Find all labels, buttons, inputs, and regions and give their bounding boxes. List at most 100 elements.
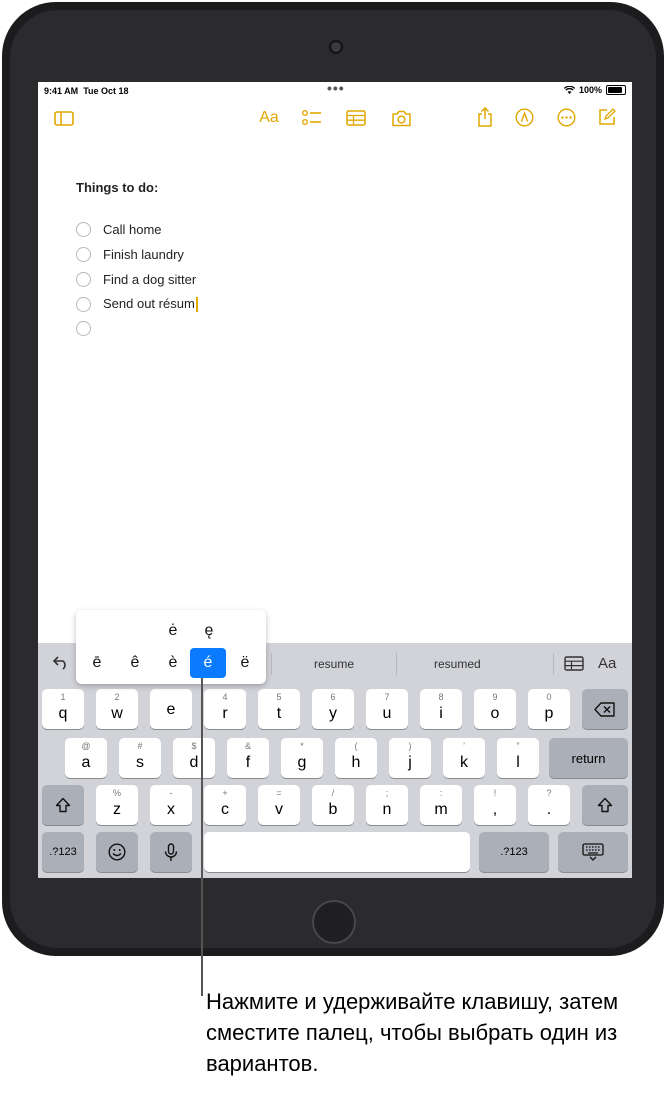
checkbox-circle-icon[interactable] (76, 247, 91, 262)
key-sub: @ (81, 741, 91, 751)
key-t[interactable]: 5t (258, 689, 300, 729)
key-y[interactable]: 6y (312, 689, 354, 729)
checkbox-circle-icon[interactable] (76, 296, 91, 312)
accent-option[interactable]: ę (194, 616, 224, 646)
key-b[interactable]: / b (312, 785, 354, 825)
key-u[interactable]: 7u (366, 689, 408, 729)
key-period[interactable]: ?. (528, 785, 570, 825)
key-r[interactable]: 4r (204, 689, 246, 729)
checklist-item[interactable]: Finish laundry (76, 247, 184, 262)
compose-icon[interactable] (597, 107, 617, 127)
checklist-icon[interactable] (302, 108, 322, 128)
emoji-key[interactable] (96, 832, 138, 872)
wifi-icon (563, 86, 575, 94)
table-icon[interactable] (564, 656, 584, 676)
delete-key[interactable] (582, 689, 628, 729)
key-label: o (490, 705, 500, 722)
key-g[interactable]: * g (281, 738, 323, 778)
checklist-text[interactable]: Call home (103, 222, 162, 237)
key-k[interactable]: ’ k (443, 738, 485, 778)
checkbox-circle-icon[interactable] (76, 321, 91, 336)
share-icon[interactable] (475, 106, 495, 128)
checklist-item[interactable] (76, 321, 103, 336)
accent-option[interactable]: ê (120, 648, 150, 678)
key-e[interactable]: e (150, 689, 192, 729)
numbers-key-right[interactable]: .?123 (479, 832, 549, 872)
key-label: , (492, 801, 498, 818)
accent-option-selected[interactable]: é (190, 648, 226, 678)
status-time-date: 9:41 AM Tue Oct 18 (44, 86, 129, 96)
key-s[interactable]: # s (119, 738, 161, 778)
accent-popup: ė ę ē ê è é ë (76, 610, 266, 684)
checkbox-circle-icon[interactable] (76, 222, 91, 237)
key-a[interactable]: @ a (65, 738, 107, 778)
key-j[interactable]: ) j (389, 738, 431, 778)
key-label: b (328, 801, 338, 818)
key-d[interactable]: $ d (173, 738, 215, 778)
battery-icon (606, 85, 626, 95)
key-comma[interactable]: !, (474, 785, 516, 825)
keyboard-dismiss-icon (582, 843, 604, 861)
key-label: d (189, 754, 199, 771)
suggestion-resume[interactable]: resume (314, 657, 354, 671)
space-key[interactable] (204, 832, 470, 872)
numbers-key[interactable]: .?123 (42, 832, 84, 872)
battery-percent: 100% (578, 85, 602, 95)
key-w[interactable]: 2w (96, 689, 138, 729)
multitasking-dots[interactable]: ••• (327, 82, 345, 95)
checklist-item[interactable]: Send out résum (76, 296, 198, 313)
key-label: y (329, 705, 337, 722)
key-o[interactable]: 9o (474, 689, 516, 729)
more-icon[interactable] (556, 107, 576, 127)
accent-option[interactable]: ē (82, 648, 112, 678)
key-sub: 6 (330, 692, 336, 702)
checklist-item[interactable]: Call home (76, 222, 162, 237)
suggestion-divider (553, 653, 554, 675)
key-n[interactable]: ; n (366, 785, 408, 825)
key-sub: : (439, 788, 443, 798)
note-title[interactable]: Things to do: (76, 180, 158, 195)
checklist-text[interactable]: Send out résum (103, 296, 198, 313)
key-p[interactable]: 0p (528, 689, 570, 729)
key-sub: & (244, 741, 251, 751)
key-m[interactable]: :m (420, 785, 462, 825)
format-button[interactable]: Aa (598, 655, 616, 672)
accent-option[interactable]: ė (158, 616, 188, 646)
checklist-item[interactable]: Find a dog sitter (76, 272, 196, 287)
suggestion-resumed[interactable]: resumed (434, 657, 481, 671)
key-label: u (382, 705, 392, 722)
key-sub: $ (191, 741, 197, 751)
camera-icon[interactable] (390, 108, 412, 128)
format-button[interactable]: Aa (256, 108, 282, 128)
sidebar-icon[interactable] (54, 109, 74, 127)
caption: Нажмите и удерживайте клавишу, затем сме… (206, 989, 619, 1076)
return-key[interactable]: return (549, 738, 628, 778)
shift-key[interactable] (582, 785, 628, 825)
key-x[interactable]: -x (150, 785, 192, 825)
shift-key[interactable] (42, 785, 84, 825)
key-v[interactable]: = v (258, 785, 300, 825)
key-c[interactable]: + c (204, 785, 246, 825)
checklist-text[interactable]: Finish laundry (103, 247, 184, 262)
home-button[interactable] (312, 900, 356, 944)
undo-icon[interactable] (52, 654, 70, 675)
dictation-key[interactable] (150, 832, 192, 872)
shift-icon (597, 797, 613, 813)
hide-keyboard-key[interactable] (558, 832, 628, 872)
key-h[interactable]: (h (335, 738, 377, 778)
checklist-text[interactable]: Find a dog sitter (103, 272, 196, 287)
key-label: e (166, 701, 176, 718)
accent-option[interactable]: è (158, 648, 188, 678)
checklist-text-value: Send out résum (103, 296, 195, 311)
key-f[interactable]: & f (227, 738, 269, 778)
accent-option[interactable]: ë (230, 648, 260, 678)
key-sub: 1 (60, 692, 66, 702)
table-icon[interactable] (345, 108, 367, 128)
key-l[interactable]: ” l (497, 738, 539, 778)
key-i[interactable]: 8i (420, 689, 462, 729)
markup-icon[interactable] (514, 107, 534, 127)
key-q[interactable]: 1q (42, 689, 84, 729)
key-sub: ; (385, 788, 389, 798)
key-z[interactable]: % z (96, 785, 138, 825)
checkbox-circle-icon[interactable] (76, 272, 91, 287)
